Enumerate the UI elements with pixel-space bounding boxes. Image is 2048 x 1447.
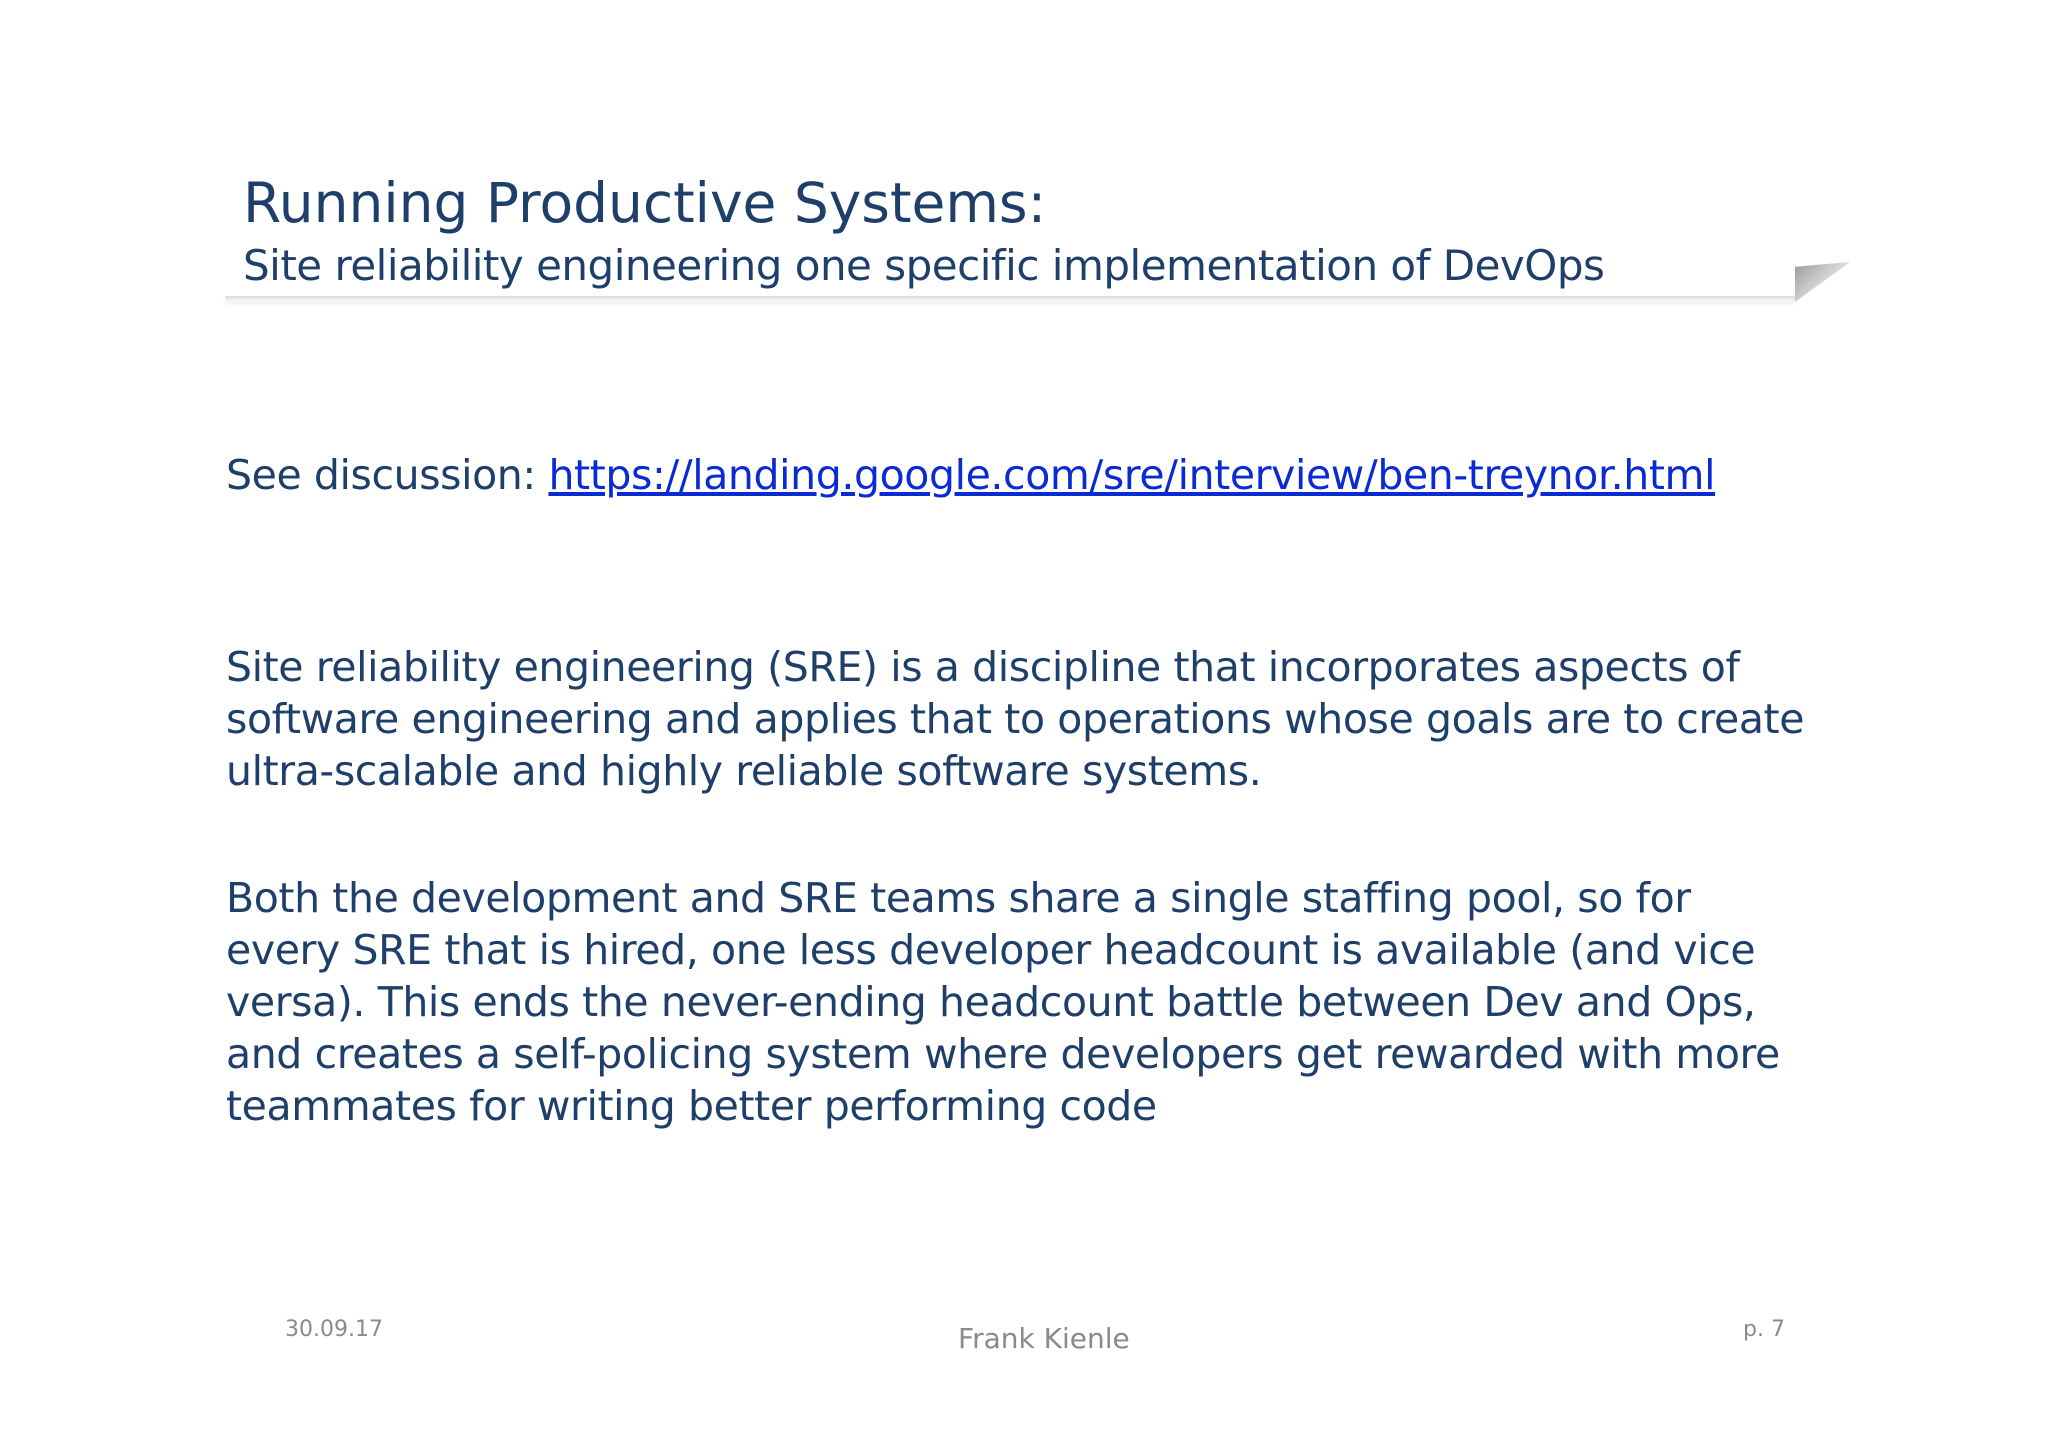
discussion-link[interactable]: https://landing.google.com/sre/interview… <box>548 451 1715 499</box>
title-underline <box>225 296 1795 301</box>
title-block: Running Productive Systems: Site reliabi… <box>243 168 1793 294</box>
paragraph-staffing-pool: Both the development and SRE teams share… <box>226 874 1780 1130</box>
footer-page-number: p. 7 <box>1743 1317 1785 1342</box>
footer-date: 30.09.17 <box>285 1317 383 1342</box>
slide-subtitle: Site reliability engineering one specifi… <box>243 241 1605 290</box>
slide-title: Running Productive Systems: <box>243 171 1047 235</box>
paragraph-sre-definition: Site reliability engineering (SRE) is a … <box>226 643 1805 795</box>
title-rule-tail <box>1795 262 1850 302</box>
footer-author: Frank Kienle <box>958 1322 1130 1355</box>
discussion-label: See discussion: <box>226 451 549 499</box>
discussion-line: See discussion: https://landing.google.c… <box>226 447 1715 503</box>
